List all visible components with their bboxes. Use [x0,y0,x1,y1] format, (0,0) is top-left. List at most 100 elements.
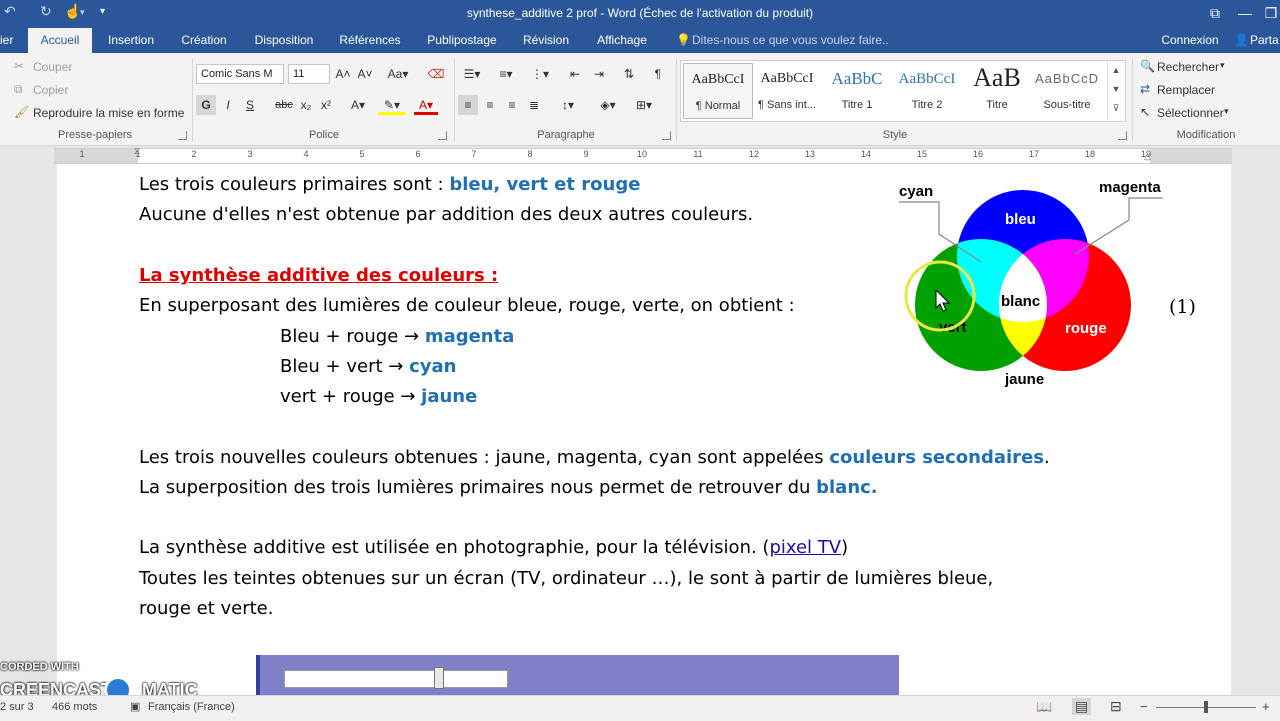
tab-layout[interactable]: Disposition [248,28,320,53]
window-title: synthese_additive 2 prof - Word (Échec d… [466,6,814,20]
ruler-number: 11 [693,149,703,159]
shading-icon[interactable]: ◈▾ [594,95,622,115]
align-center-icon[interactable]: ≡ [480,95,500,115]
page-count[interactable]: 2 sur 3 [0,701,34,713]
zoom-slider-thumb[interactable] [1204,701,1208,713]
chevron-down-icon[interactable]: ▾ [1224,106,1229,117]
change-case-icon[interactable]: Aa▾ [384,64,412,84]
pilcrow-icon[interactable]: ¶ [648,64,668,84]
zoom-in-icon[interactable]: + [1262,699,1270,714]
superscript-button[interactable]: x² [318,95,334,115]
embedded-image[interactable] [256,655,899,695]
style-heading-2[interactable]: AaBbCcI Titre 2 [893,63,961,117]
align-right-icon[interactable]: ≡ [502,95,522,115]
multilevel-list-icon[interactable]: ⋮▾ [526,64,554,84]
clear-format-icon[interactable]: ⌫ [426,64,446,84]
ruler-number: 18 [1084,149,1095,159]
print-layout-icon[interactable]: ▤ [1072,698,1092,715]
horizontal-ruler[interactable]: 1 1 2 3 4 5 6 7 8 9 10 11 12 13 14 15 16 17 18 19 ⧖ △ [54,146,1232,164]
secondary-colors-line: Les trois nouvelles couleurs obtenues : … [139,447,1050,468]
bullets-icon[interactable]: ☰▾ [458,64,486,84]
style-title[interactable]: AaB Titre [963,63,1031,117]
result: cyan [409,356,457,377]
proofing-icon[interactable]: ▣ [130,700,140,713]
copy-button[interactable]: Copier [33,83,68,97]
document-page[interactable]: Les trois couleurs primaires sont : bleu… [57,164,1231,695]
style-subtitle[interactable]: AaBbCcD Sous-titre [1033,63,1101,117]
ruler-number: 5 [359,149,365,159]
clipboard-launcher-icon[interactable] [178,131,187,140]
highlight-icon[interactable]: ✎▾ [378,95,406,115]
style-no-spacing[interactable]: AaBbCcI ¶ Sans int... [753,63,821,117]
indent-marker-icon[interactable]: ⧖ [134,146,140,157]
style-name: ¶ Normal [695,100,741,112]
tab-file[interactable]: ier [0,28,18,53]
primary-colors-line: Les trois couleurs primaires sont : bleu… [139,174,640,195]
maximize-button[interactable]: ❐ [1256,2,1280,24]
font-name-combo[interactable]: Comic Sans M [196,64,284,84]
ribbon-display-icon[interactable]: ⧉ [1200,2,1230,24]
word-count[interactable]: 466 mots [52,701,97,713]
tab-review[interactable]: Révision [516,28,576,53]
tell-me-box[interactable]: Dites-nous ce que vous voulez faire.. [692,28,889,53]
increase-indent-icon[interactable]: ⇥ [588,64,610,84]
tab-insert[interactable]: Insertion [100,28,162,53]
share-button[interactable]: Parta [1250,28,1280,53]
select-button[interactable]: Sélectionner [1157,106,1224,120]
shrink-font-icon[interactable]: A˅ [356,64,374,84]
decrease-indent-icon[interactable]: ⇤ [564,64,586,84]
font-launcher-icon[interactable] [438,131,447,140]
status-bar: 2 sur 3 466 mots ▣ Français (France) 📖 ▤… [0,695,1280,721]
brush-icon: 🖌 [14,105,30,119]
text-line: Aucune d'elles n'est obtenue par additio… [139,204,754,225]
style-heading-1[interactable]: AaBbC Titre 1 [823,63,891,117]
justify-icon[interactable]: ≣ [524,95,544,115]
read-mode-icon[interactable]: 📖 [1036,699,1052,715]
strikethrough-button[interactable]: abc [274,95,294,115]
signin-link[interactable]: Connexion [1156,28,1224,53]
font-size-combo[interactable]: 11 [288,64,330,84]
grow-font-icon[interactable]: A˄ [334,64,352,84]
right-indent-marker-icon[interactable]: △ [1144,151,1151,162]
paragraph-launcher-icon[interactable] [662,131,671,140]
underline-button[interactable]: S [242,95,258,115]
clipboard-group-label: Presse-papiers [58,129,132,141]
subscript-button[interactable]: x₂ [298,95,314,115]
gallery-scroll[interactable]: ▲ ▼ ⊽ [1107,61,1124,119]
style-group-label: Style [882,129,908,141]
italic-button[interactable]: I [220,95,236,115]
title-bar: ↶ ↻ ☝ ▾ ▾ synthese_additive 2 prof - Wor… [0,0,1280,28]
primary-colors: bleu, vert et rouge [449,174,641,195]
style-normal[interactable]: AaBbCcI ¶ Normal [683,63,753,119]
tab-references[interactable]: Références [334,28,406,53]
language[interactable]: Français (France) [148,701,235,713]
zoom-out-icon[interactable]: − [1140,699,1148,714]
cut-button[interactable]: Couper [33,60,72,74]
chevron-down-icon[interactable]: ▾ [1220,60,1225,71]
find-button[interactable]: Rechercher [1157,60,1219,74]
additive-venn-diagram: cyan magenta bleu blanc vert rouge jaune [899,179,1163,388]
paragraph-group-label: Paragraphe [537,129,595,141]
sort-icon[interactable]: ⇅ [618,64,640,84]
user-icon: 👤 [1234,33,1249,47]
format-painter-button[interactable]: Reproduire la mise en forme [33,106,184,120]
style-name: Titre [986,99,1008,111]
bold-button[interactable]: G [196,95,216,115]
tab-home[interactable]: Accueil [28,28,92,53]
pixel-tv-link[interactable]: pixel TV [769,537,841,558]
slider-thumb[interactable] [434,667,444,689]
tab-mailings[interactable]: Publipostage [420,28,504,53]
equation-number: (1) [1169,296,1196,318]
web-layout-icon[interactable]: ⊟ [1110,698,1122,715]
replace-button[interactable]: Remplacer [1157,83,1215,97]
text-effects-icon[interactable]: A▾ [346,95,370,115]
numbering-icon[interactable]: ≡▾ [492,64,520,84]
slider-track[interactable] [284,670,508,688]
align-left-icon[interactable]: ≡ [458,95,478,115]
borders-icon[interactable]: ⊞▾ [630,95,658,115]
font-color-icon[interactable]: A▾ [414,95,438,115]
style-launcher-icon[interactable] [1118,131,1127,140]
tab-design[interactable]: Création [172,28,236,53]
line-spacing-icon[interactable]: ↕▾ [554,95,582,115]
tab-view[interactable]: Affichage [588,28,656,53]
